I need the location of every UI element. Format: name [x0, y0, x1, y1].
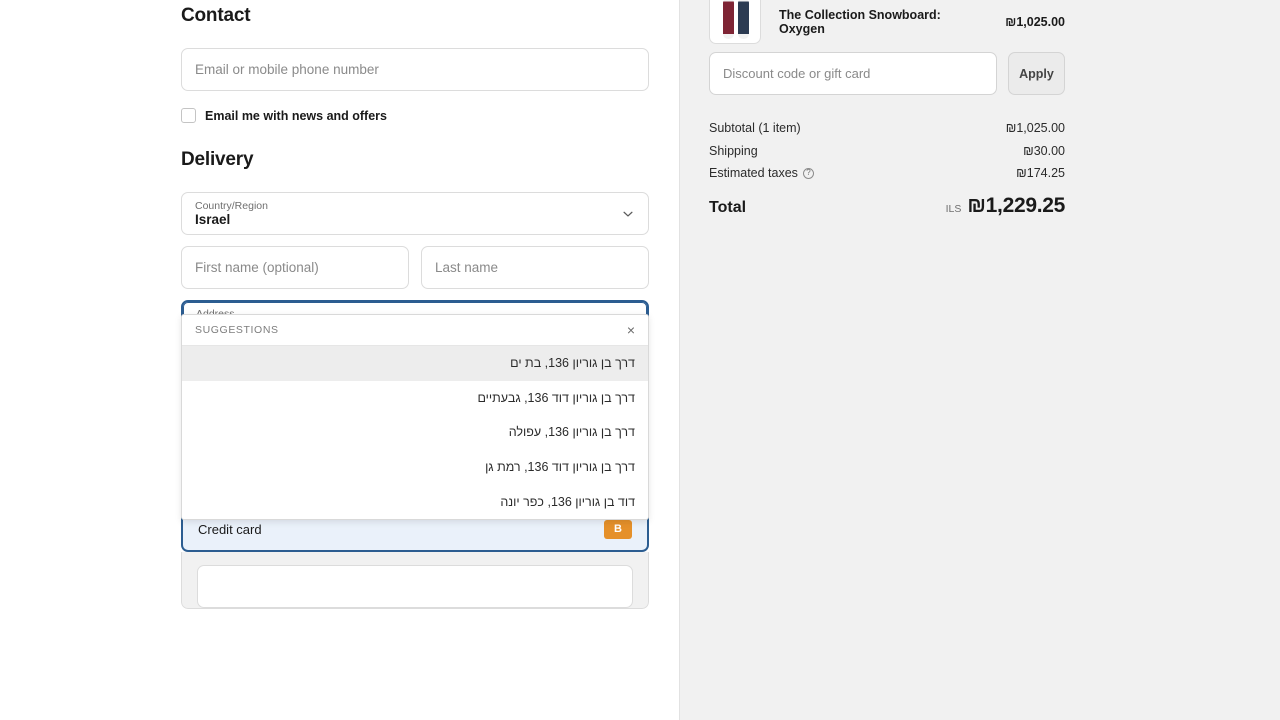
product-name: The Collection Snowboard: Oxygen	[779, 8, 987, 36]
last-name-input[interactable]: Last name	[421, 246, 649, 289]
taxes-label: Estimated taxes	[709, 166, 798, 180]
total-currency: ILS	[946, 203, 962, 215]
payment-method-name: Credit card	[198, 522, 604, 537]
info-icon[interactable]: ?	[803, 168, 814, 179]
email-input[interactable]: Email or mobile phone number	[181, 48, 649, 91]
checkout-form-pane: Contact Email or mobile phone number Ema…	[0, 0, 679, 720]
chevron-down-icon	[621, 207, 635, 221]
contact-heading: Contact	[181, 5, 649, 27]
suggestions-header: SUGGESTIONS ×	[182, 315, 648, 346]
total-amount: ₪1,229.25	[967, 194, 1065, 218]
taxes-amount: ₪174.25	[1016, 166, 1065, 180]
close-icon[interactable]: ×	[627, 323, 635, 337]
first-name-placeholder: First name (optional)	[195, 260, 319, 275]
bogus-gateway-icon: B	[604, 520, 632, 539]
address-suggestions-dropdown: SUGGESTIONS × דרך בן גוריון 136, בת ים ד…	[181, 314, 649, 520]
credit-card-form	[181, 552, 649, 609]
suggestions-title: SUGGESTIONS	[195, 324, 279, 336]
email-placeholder: Email or mobile phone number	[195, 62, 379, 77]
snowboard-navy-icon	[738, 0, 749, 39]
list-item[interactable]: דוד בן גוריון 136, כפר יונה	[182, 484, 648, 519]
list-item[interactable]: דרך בן גוריון דוד 136, רמת גן	[182, 450, 648, 485]
newsletter-checkbox[interactable]	[181, 108, 196, 123]
subtotal-amount: ₪1,025.00	[1006, 121, 1065, 135]
snowboard-red-icon	[723, 0, 734, 39]
country-region-label: Country/Region	[195, 200, 621, 212]
newsletter-label: Email me with news and offers	[205, 109, 387, 123]
summary-row-subtotal: Subtotal (1 item) ₪1,025.00	[709, 117, 1065, 140]
list-item[interactable]: דרך בן גוריון 136, בת ים	[182, 346, 648, 381]
list-item[interactable]: דרך בן גוריון 136, עפולה	[182, 415, 648, 450]
product-price: ₪1,025.00	[1005, 15, 1065, 29]
subtotal-label: Subtotal (1 item)	[709, 121, 801, 135]
newsletter-checkbox-row[interactable]: Email me with news and offers	[181, 108, 649, 123]
list-item[interactable]: דרך בן גוריון דוד 136, גבעתיים	[182, 381, 648, 416]
summary-row-shipping: Shipping ₪30.00	[709, 140, 1065, 163]
payment-methods-box: Credit card B	[181, 506, 649, 609]
discount-placeholder: Discount code or gift card	[723, 66, 870, 81]
order-summary: The Collection Snowboard: Oxygen ₪1,025.…	[709, 0, 1065, 218]
discount-row: Discount code or gift card Apply	[709, 52, 1065, 95]
first-name-input[interactable]: First name (optional)	[181, 246, 409, 289]
shipping-label: Shipping	[709, 144, 758, 158]
product-thumbnail	[709, 0, 761, 44]
total-label: Total	[709, 199, 946, 217]
country-region-select[interactable]: Country/Region Israel	[181, 192, 649, 235]
checkout-page: Contact Email or mobile phone number Ema…	[0, 0, 1280, 720]
discount-code-input[interactable]: Discount code or gift card	[709, 52, 997, 95]
summary-row-taxes: Estimated taxes ? ₪174.25	[709, 162, 1065, 185]
last-name-placeholder: Last name	[435, 260, 498, 275]
shipping-amount: ₪30.00	[1023, 144, 1065, 158]
card-number-input[interactable]	[197, 565, 633, 608]
apply-discount-button[interactable]: Apply	[1008, 52, 1065, 95]
order-summary-pane: The Collection Snowboard: Oxygen ₪1,025.…	[679, 0, 1280, 720]
name-fields-row: First name (optional) Last name	[181, 246, 649, 289]
summary-row-total: Total ILS ₪1,229.25	[709, 194, 1065, 218]
country-region-value: Israel	[195, 212, 621, 228]
delivery-heading: Delivery	[181, 149, 649, 171]
order-line-item: The Collection Snowboard: Oxygen ₪1,025.…	[709, 0, 1065, 44]
